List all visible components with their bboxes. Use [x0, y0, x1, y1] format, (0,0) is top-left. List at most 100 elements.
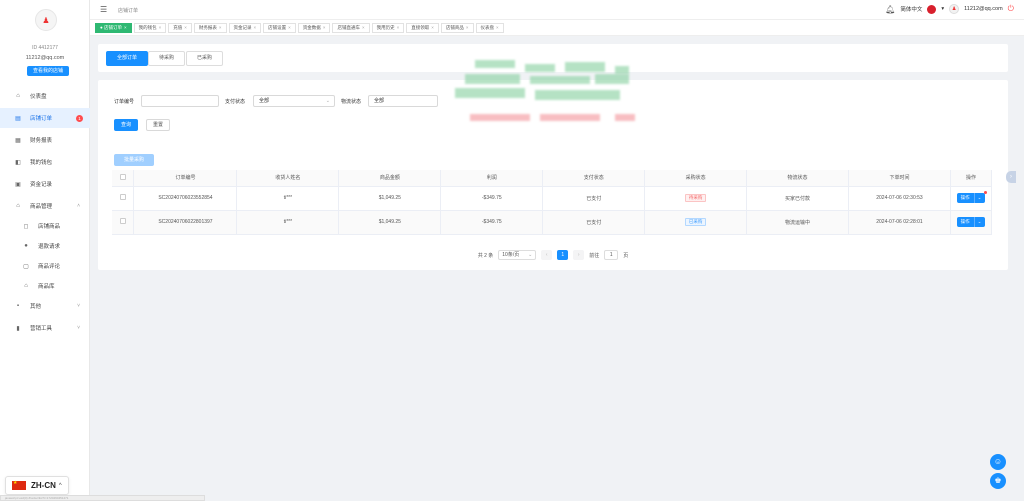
pagination-total: 共 2 条: [477, 252, 494, 259]
col-actions: 操作: [950, 170, 993, 187]
status-tab-all[interactable]: 全部订单: [106, 51, 149, 66]
chevron-down-icon[interactable]: ⌄: [973, 193, 981, 203]
chevron-down-icon: ˅: [77, 303, 80, 309]
close-icon[interactable]: ×: [159, 25, 162, 30]
language-flag-icon[interactable]: [927, 4, 937, 14]
cell-purchase-status: 待采购: [644, 186, 748, 211]
tab-shop-express[interactable]: 店铺直通车 ×: [332, 22, 370, 33]
sidebar-item-shop-orders[interactable]: ▤ 店铺订单 1: [0, 108, 90, 128]
chevron-up-icon: ˄: [77, 203, 80, 209]
sidebar-item-product-library[interactable]: ⌂ 商品库: [0, 276, 90, 296]
sidebar-item-refund-requests[interactable]: ● 退款请求: [0, 236, 90, 256]
reset-button[interactable]: 重置: [146, 119, 170, 131]
page-number-current[interactable]: 1: [557, 250, 569, 260]
language-select[interactable]: 简体中文: [900, 5, 922, 13]
close-icon[interactable]: ×: [184, 25, 187, 30]
tab-label: 财务报表: [198, 24, 217, 30]
logistics-select[interactable]: 全部: [368, 95, 438, 107]
sidebar-item-finance-report[interactable]: ▦ 财务报表: [0, 130, 90, 150]
tab-history[interactable]: 我用历史 ×: [371, 22, 405, 33]
tab-wallet[interactable]: 我的钱包 ×: [133, 22, 167, 33]
close-icon[interactable]: ×: [124, 25, 127, 30]
cell-receiver: ti***: [236, 210, 340, 235]
tab-recharge[interactable]: 充值 ×: [168, 22, 192, 33]
language-switcher[interactable]: ZH-CN ^: [5, 476, 69, 495]
sidebar-item-label: 仪表盘: [30, 94, 47, 100]
menu-toggle-icon[interactable]: ☰: [100, 5, 107, 14]
sidebar-item-other[interactable]: ▪ 其他 ˅: [0, 296, 90, 316]
question-icon: ●: [24, 243, 28, 249]
cell-logistics-status: 买家已付款: [746, 186, 849, 211]
status-tab-purchased[interactable]: 已采购: [186, 51, 224, 66]
close-icon[interactable]: ×: [496, 25, 499, 30]
chevron-down-icon[interactable]: ⌄: [973, 217, 981, 227]
row-checkbox[interactable]: [119, 218, 126, 224]
sidebar-item-label: 店铺订单: [30, 116, 53, 122]
close-icon[interactable]: ×: [397, 25, 400, 30]
row-select-cell[interactable]: [112, 210, 135, 235]
next-page-button[interactable]: ›: [573, 250, 585, 260]
close-icon[interactable]: ×: [362, 25, 365, 30]
view-shop-button[interactable]: 查看我的店铺: [27, 66, 69, 76]
tab-fund-records[interactable]: 资金记录 ×: [228, 22, 262, 33]
tab-shop-orders[interactable]: ● 店铺订单 ×: [95, 22, 132, 33]
cell-pay-status: 已支付: [542, 210, 646, 235]
row-action-button[interactable]: 操作 ⌄: [956, 217, 986, 227]
close-icon[interactable]: ×: [254, 25, 257, 30]
bell-icon[interactable]: 🔔︎: [885, 5, 895, 14]
sidebar-item-dashboard[interactable]: ⌂ 仪表盘: [0, 86, 90, 106]
order-no-input[interactable]: [141, 95, 219, 107]
row-checkbox[interactable]: [119, 194, 126, 200]
table-header-row: 订单编号 收货人姓名 商品金额 利润 支付状态 采购状态 物流状态 下单时间 操…: [112, 170, 993, 187]
close-icon[interactable]: ×: [466, 25, 469, 30]
record-icon: ▣: [15, 181, 21, 188]
table-row: SC2024070602280139​7 ti*** $1,049.25 -$3…: [112, 210, 993, 235]
sidebar-item-marketing-tools[interactable]: ▮ 营销工具 ˅: [0, 318, 90, 338]
tab-label: 充值: [173, 24, 183, 30]
avatar[interactable]: ♟: [35, 9, 57, 31]
tab-direct-claim[interactable]: 直接领取 ×: [406, 22, 439, 33]
home-icon: ⌂: [24, 283, 28, 289]
visited-tabs-bar: ● 店铺订单 × 我的钱包 × 充值 × 财务报表 × 资金记录 × 店铺设置 × 资金数据…: [90, 20, 1024, 36]
tab-finance-report[interactable]: 财务报表 ×: [193, 22, 227, 33]
shop-icon: ⌂: [16, 203, 20, 209]
sidebar-item-product-reviews[interactable]: ▢ 商品评论: [0, 256, 90, 276]
row-select-cell[interactable]: [112, 186, 135, 211]
tab-shop-settings[interactable]: 店铺设置 ×: [263, 22, 296, 33]
chat-icon[interactable]: ☺: [990, 454, 1006, 470]
tab-label: 我的钱包: [138, 24, 157, 30]
sidebar-item-wallet[interactable]: ◧ 我的钱包: [0, 152, 90, 172]
select-all-checkbox[interactable]: [119, 173, 126, 180]
col-profit: 利润: [440, 170, 544, 187]
sidebar-item-shop-products[interactable]: ◻ 店铺商品: [0, 216, 90, 236]
batch-purchase-button[interactable]: 批量采购: [114, 154, 154, 166]
close-icon[interactable]: ×: [219, 25, 222, 30]
close-icon[interactable]: ×: [323, 25, 326, 30]
tab-dashboard[interactable]: 仪表盘 ×: [475, 22, 504, 33]
page-size-select[interactable]: 10条/页 ⌄: [498, 250, 537, 260]
status-bar-url: javascript:void(0) #/order/list?t=172026…: [0, 495, 205, 501]
goto-page-input[interactable]: 1: [604, 250, 619, 260]
search-button[interactable]: 查询: [114, 119, 138, 131]
support-agent-icon[interactable]: ♚: [990, 473, 1006, 489]
user-avatar[interactable]: ♟: [949, 4, 960, 14]
sidebar-item-fund-records[interactable]: ▣ 资金记录: [0, 174, 90, 194]
action-label: 操作: [960, 219, 970, 224]
pay-status-select[interactable]: 全部 ⌄: [253, 95, 335, 107]
tab-fund-data[interactable]: 资金数据 ×: [297, 22, 331, 33]
chevron-down-icon: ˅: [77, 325, 80, 331]
tab-label: 店铺直通车: [337, 24, 360, 30]
close-icon[interactable]: ×: [288, 25, 291, 30]
row-action-button[interactable]: 操作 ⌄: [956, 191, 988, 203]
sidebar-item-product-management[interactable]: ⌂ 商品管理 ˄: [0, 196, 90, 216]
power-icon[interactable]: ⏻: [1008, 4, 1014, 14]
prev-page-button[interactable]: ‹: [541, 250, 553, 260]
select-all-cell[interactable]: [112, 170, 135, 187]
status-tab-pending[interactable]: 待采购: [148, 51, 186, 66]
user-email: 11212@qq.com: [25, 55, 65, 61]
tab-shop-products[interactable]: 店铺商品 ×: [440, 22, 474, 33]
table-icon: ▦: [15, 137, 21, 144]
close-icon[interactable]: ×: [431, 25, 434, 30]
header-email[interactable]: 11212@qq.com: [964, 6, 1003, 12]
collapse-right-icon[interactable]: ›: [1006, 171, 1016, 183]
